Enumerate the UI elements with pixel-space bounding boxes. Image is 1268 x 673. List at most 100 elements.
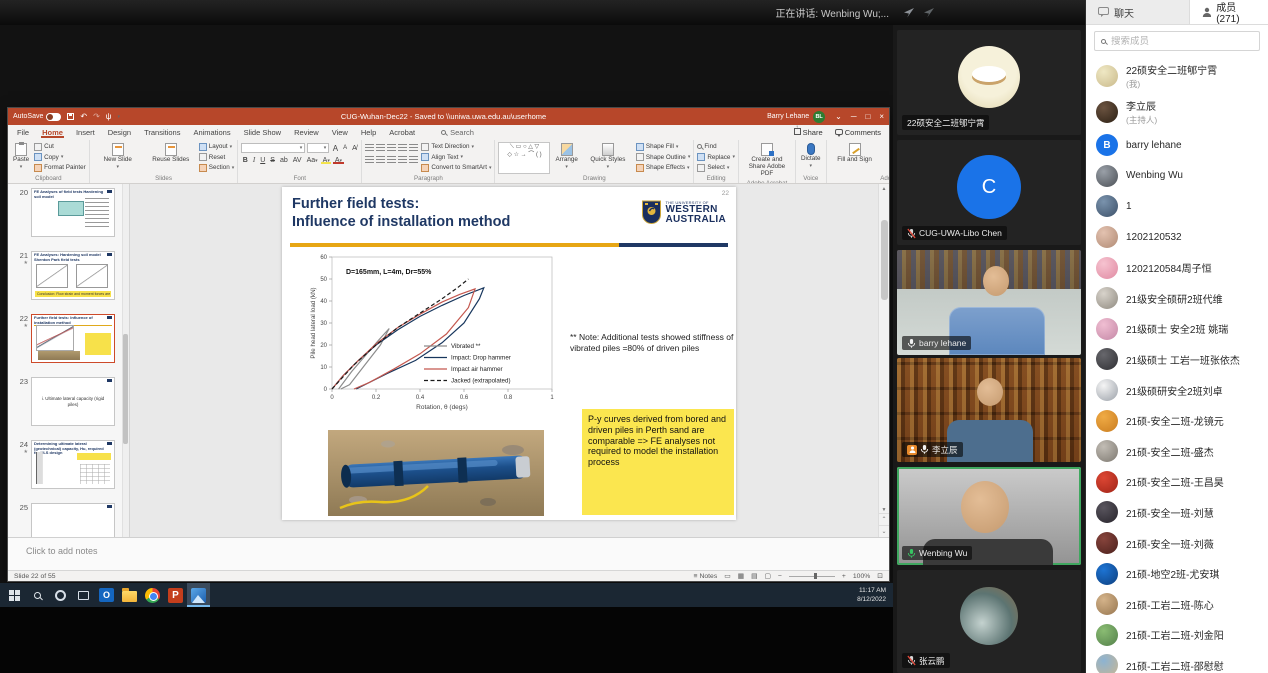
member-row[interactable]: 1202120532 — [1086, 222, 1268, 253]
justify-button[interactable] — [398, 156, 407, 164]
menu-tab-file[interactable]: File — [16, 127, 30, 138]
ribbon-search[interactable]: Search — [441, 128, 474, 137]
account-avatar[interactable]: BL — [813, 111, 825, 123]
shrink-font-button[interactable]: A — [342, 145, 349, 151]
slide-canvas[interactable]: 22 Further field tests: Influence of ins… — [282, 187, 736, 520]
select-button[interactable]: Select▾ — [697, 163, 735, 173]
member-search-box[interactable] — [1094, 31, 1260, 51]
undo-button[interactable]: ↶ — [80, 112, 87, 121]
comments-button[interactable]: Comments — [835, 128, 881, 137]
reuse-slides-button[interactable]: Reuse Slides — [146, 142, 196, 174]
minimize-button[interactable]: ─ — [851, 112, 857, 121]
menu-tab-home[interactable]: Home — [41, 127, 64, 138]
bullets-button[interactable] — [365, 144, 374, 152]
qat-dropdown-icon[interactable]: ▾ — [117, 114, 120, 120]
slide-thumbnail-24[interactable]: 24★Determining ultimate lateral (geotech… — [14, 440, 119, 489]
member-row[interactable]: 李立辰(主持人) — [1086, 94, 1268, 130]
member-row[interactable]: 21级硕士 安全2班 姚瑞 — [1086, 314, 1268, 345]
share-arrow-icon[interactable] — [901, 7, 915, 18]
align-left-button[interactable] — [365, 156, 374, 164]
member-row[interactable]: 1202120584周子恒 — [1086, 252, 1268, 283]
font-color-button[interactable]: A▾ — [333, 157, 343, 164]
member-row[interactable]: 21级硕研安全2班刘卓 — [1086, 375, 1268, 406]
create-pdf-button[interactable]: Create and Share Adobe PDF — [742, 142, 792, 179]
video-tile[interactable]: Wenbing Wu — [897, 467, 1081, 565]
character-spacing-button[interactable]: AV — [291, 157, 303, 164]
slide-sorter-button[interactable]: ▦ — [738, 572, 744, 580]
member-row[interactable]: Bbarry lehane — [1086, 130, 1268, 161]
line-spacing-button[interactable] — [409, 144, 418, 152]
video-tile[interactable]: 22硕安全二班郇宁霄 — [897, 30, 1081, 135]
align-center-button[interactable] — [376, 156, 385, 164]
zoom-slider[interactable] — [789, 576, 835, 577]
shape-outline-button[interactable]: Shape Outline▾ — [636, 153, 690, 163]
video-tile[interactable]: CCUG-UWA-Libo Chen — [897, 140, 1081, 245]
ribbon-options-icon[interactable]: ⌄ — [835, 112, 842, 121]
file-explorer-taskbar-button[interactable] — [118, 583, 141, 607]
taskbar-clock[interactable]: 11:17 AM 8/12/2022 — [857, 586, 886, 604]
menu-tab-review[interactable]: Review — [293, 127, 320, 138]
menu-tab-insert[interactable]: Insert — [75, 127, 96, 138]
bold-button[interactable]: B — [241, 157, 249, 164]
previous-slide-button[interactable]: ⌃ — [879, 513, 889, 525]
reset-button[interactable]: Reset — [199, 153, 235, 163]
align-right-button[interactable] — [387, 156, 396, 164]
menu-tab-acrobat[interactable]: Acrobat — [388, 127, 416, 138]
fit-slide-button[interactable]: ⊡ — [877, 572, 883, 580]
format-painter-button[interactable]: Format Painter — [34, 163, 86, 173]
slide-thumbnail-21[interactable]: 21★FE Analyses: Hardening soil model She… — [14, 251, 119, 300]
member-row[interactable]: 21硕-安全一班-刘薇 — [1086, 528, 1268, 559]
numbering-button[interactable] — [376, 144, 385, 152]
member-search-input[interactable] — [1111, 36, 1253, 47]
slide-thumbnail-23[interactable]: 23i. Ultimate lateral capacity (rigid pi… — [14, 377, 119, 426]
video-tile[interactable]: 张云鹏 — [897, 570, 1081, 673]
layout-button[interactable]: Layout▾ — [199, 142, 235, 152]
close-button[interactable]: × — [879, 112, 884, 121]
slide-thumbnail-25[interactable]: 25 — [14, 503, 119, 537]
cut-button[interactable]: Cut — [34, 142, 86, 152]
menu-tab-design[interactable]: Design — [107, 127, 132, 138]
align-text-button[interactable]: Align Text▾ — [421, 153, 491, 163]
zoom-in-button[interactable]: + — [842, 573, 846, 580]
arrange-button[interactable]: Arrange▾ — [553, 142, 579, 174]
font-family-select[interactable]: ▾ — [241, 143, 305, 153]
video-tile[interactable]: barry lehane — [897, 250, 1081, 355]
change-case-button[interactable]: Aa▾ — [305, 157, 319, 164]
shape-fill-button[interactable]: Shape Fill▾ — [636, 142, 690, 152]
menu-tab-slide-show[interactable]: Slide Show — [243, 127, 283, 138]
save-icon[interactable] — [67, 113, 74, 120]
maximize-button[interactable]: □ — [865, 112, 870, 121]
slide-thumbnail-20[interactable]: 20FE Analyses of field tests Hardening s… — [14, 188, 119, 237]
member-row[interactable]: 1 — [1086, 191, 1268, 222]
shape-effects-button[interactable]: Shape Effects▾ — [636, 163, 690, 173]
menu-tab-animations[interactable]: Animations — [192, 127, 231, 138]
text-direction-button[interactable]: Text Direction▾ — [421, 142, 491, 152]
tab-members[interactable]: 成员(271) — [1190, 0, 1268, 24]
notes-toggle-button[interactable]: ≡ Notes — [694, 573, 718, 580]
indent-increase-button[interactable] — [398, 144, 407, 152]
powerpoint-taskbar-button[interactable]: P — [164, 583, 187, 607]
present-icon[interactable]: ψ — [106, 112, 112, 121]
text-shadow-button[interactable]: ab — [278, 157, 289, 164]
quick-styles-button[interactable]: Quick Styles▾ — [583, 142, 633, 174]
dictate-button[interactable]: Dictate▾ — [799, 142, 823, 174]
member-row[interactable]: 21硕-工岩二班-陈心 — [1086, 589, 1268, 620]
editor-scrollbar[interactable]: ▲ ▼ ⌃ ⌄ — [878, 184, 889, 537]
member-row[interactable]: 21硕-安全一班-刘慧 — [1086, 497, 1268, 528]
start-button[interactable] — [3, 583, 26, 607]
columns-button[interactable] — [409, 156, 418, 164]
clear-format-button[interactable]: A̸ — [351, 145, 359, 152]
thumbnail-scrollbar[interactable] — [122, 184, 129, 537]
cortana-button[interactable] — [49, 583, 72, 607]
member-row[interactable]: 21硕-地空2班-尤安琪 — [1086, 558, 1268, 589]
underline-button[interactable]: U — [259, 157, 267, 164]
menu-tab-view[interactable]: View — [331, 127, 349, 138]
font-size-select[interactable]: ▾ — [307, 143, 329, 153]
taskbar-search-button[interactable] — [26, 583, 49, 607]
menu-tab-help[interactable]: Help — [360, 127, 377, 138]
member-row[interactable]: 21级安全硕研2班代维 — [1086, 283, 1268, 314]
member-row[interactable]: 21硕-安全二班-王昌昊 — [1086, 467, 1268, 498]
task-view-button[interactable] — [72, 583, 95, 607]
video-tile[interactable]: 李立辰 — [897, 358, 1081, 462]
find-button[interactable]: Find — [697, 142, 735, 152]
